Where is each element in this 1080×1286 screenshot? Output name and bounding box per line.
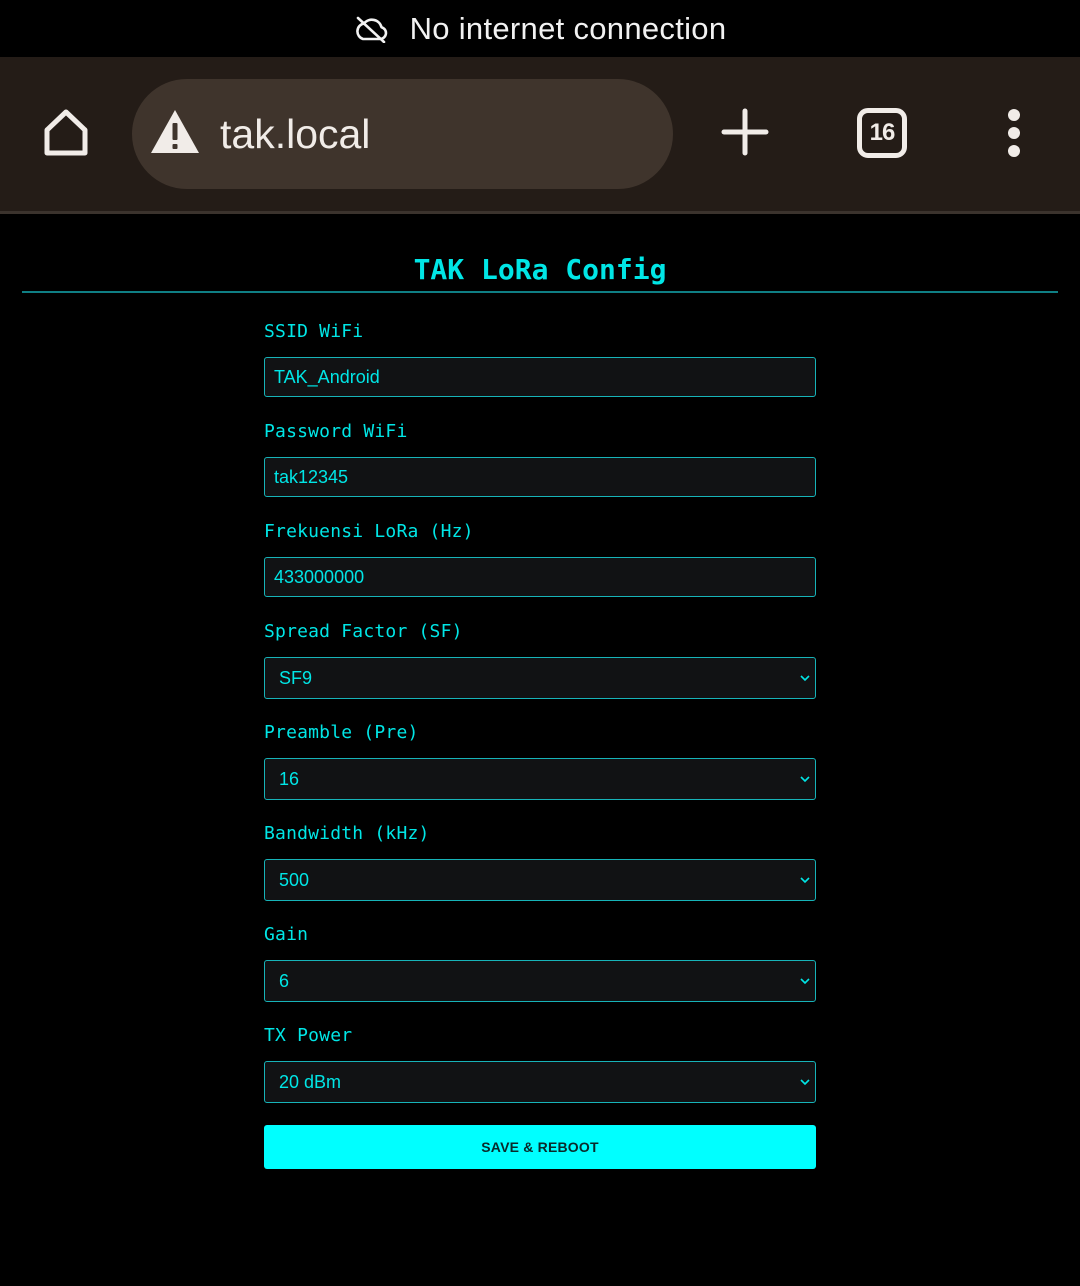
preamble-select[interactable]: 16 [264,758,816,800]
address-bar[interactable]: tak.local [132,79,673,189]
new-tab-button[interactable] [716,105,774,163]
plus-icon [721,108,769,161]
warning-icon[interactable] [149,107,201,157]
home-button[interactable] [36,104,96,164]
status-bar: No internet connection [0,0,1080,57]
tx-power-label: TX Power [264,1025,353,1046]
frequency-input[interactable] [264,557,816,597]
chevron-down-icon [800,675,810,682]
tx-power-value: 20 dBm [279,1072,342,1092]
spread-factor-value: SF9 [279,668,313,688]
url-text: tak.local [220,111,371,157]
password-label: Password WiFi [264,421,408,442]
gain-select[interactable]: 6 [264,960,816,1002]
save-reboot-button[interactable]: SAVE & REBOOT [264,1125,816,1169]
cloud-off-icon [354,15,388,43]
page-content: TAK LoRa Config SSID WiFi Password WiFi … [0,214,1080,1286]
more-menu-button[interactable] [996,107,1032,163]
gain-value: 6 [279,971,290,991]
bandwidth-value: 500 [279,870,310,890]
tabs-button[interactable]: 16 [857,108,907,158]
browser-toolbar: tak.local 16 [0,57,1080,214]
home-icon [39,105,93,164]
spread-factor-label: Spread Factor (SF) [264,621,463,642]
gain-label: Gain [264,924,309,945]
password-input[interactable] [264,457,816,497]
page-title: TAK LoRa Config [413,253,667,286]
tx-power-select[interactable]: 20 dBm [264,1061,816,1103]
spread-factor-select[interactable]: SF9 [264,657,816,699]
bandwidth-select[interactable]: 500 [264,859,816,901]
more-vertical-icon [1006,108,1022,163]
ssid-label: SSID WiFi [264,321,364,342]
chevron-down-icon [800,776,810,783]
preamble-label: Preamble (Pre) [264,722,419,743]
chevron-down-icon [800,1079,810,1086]
chevron-down-icon [800,877,810,884]
status-text: No internet connection [409,10,727,46]
frequency-label: Frekuensi LoRa (Hz) [264,521,474,542]
bandwidth-label: Bandwidth (kHz) [264,823,430,844]
tab-count: 16 [869,119,896,146]
config-form: SSID WiFi Password WiFi Frekuensi LoRa (… [264,320,816,1169]
chevron-down-icon [800,978,810,985]
ssid-input[interactable] [264,357,816,397]
preamble-value: 16 [279,769,300,789]
title-divider [22,291,1058,293]
